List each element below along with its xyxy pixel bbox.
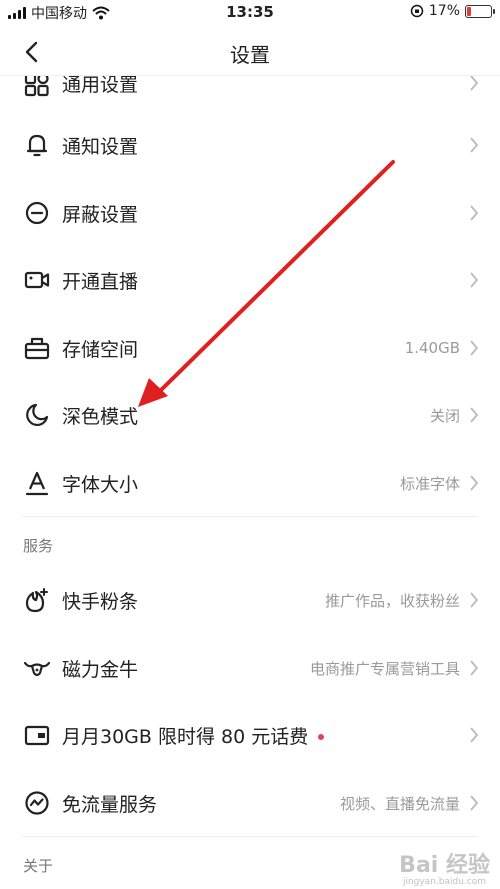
fire-plus-icon [25, 588, 48, 613]
chevron-right-icon [470, 76, 479, 91]
section-divider [22, 836, 478, 837]
row-value: 推广作品，收获粉丝 [324, 591, 460, 610]
page-title: 设置 [230, 43, 270, 67]
battery-percent: 17% [428, 3, 460, 19]
row-label: 月月30GB 限时得 80 元话费 [62, 722, 325, 749]
row-label: 屏蔽设置 [62, 203, 139, 226]
row-label: 字体大小 [62, 473, 139, 496]
row-label: 开通直播 [62, 270, 139, 293]
chevron-right-icon [470, 795, 479, 811]
free-data-icon [25, 791, 49, 815]
battery-icon [465, 4, 495, 18]
chevron-right-icon [470, 475, 479, 491]
chevron-right-icon [470, 272, 479, 288]
row-kuaishou-fentiao[interactable]: 快手粉条 推广作品，收获粉丝 [0, 574, 500, 626]
row-storage[interactable]: 存储空间 1.40GB [0, 322, 500, 374]
chevron-right-icon [470, 592, 479, 608]
row-start-live[interactable]: 开通直播 [0, 254, 500, 306]
row-cili-jinniu[interactable]: 磁力金牛 电商推广专属营销工具 [0, 642, 500, 694]
row-label: 磁力金牛 [62, 658, 139, 681]
section-header-services: 服务 [23, 537, 54, 555]
section-divider [22, 516, 478, 517]
section-header-about: 关于 [23, 857, 54, 875]
watermark-url: jingyan.baidu.com [402, 877, 486, 887]
moon-icon [26, 403, 49, 426]
chevron-right-icon [470, 340, 479, 356]
row-free-data-service[interactable]: 免流量服务 视频、直播免流量 [0, 777, 500, 829]
chevron-right-icon [470, 137, 479, 153]
block-icon [25, 201, 49, 225]
row-general-settings[interactable]: 通用设置 [0, 76, 500, 109]
row-value: 视频、直播免流量 [339, 794, 460, 813]
storage-icon [24, 337, 50, 360]
watermark-logo: Bai 经验 [399, 853, 490, 878]
row-label: 通知设置 [62, 135, 139, 158]
chevron-right-icon [470, 660, 479, 676]
row-monthly-data-promo[interactable]: 月月30GB 限时得 80 元话费 [0, 709, 500, 761]
status-bar: 中国移动 13:35 17% [0, 0, 500, 28]
font-size-icon [25, 471, 49, 496]
row-label: 存储空间 [62, 338, 139, 361]
settings-list: 通用设置 通知设置 屏蔽设置 开通直播 存储空间 1.40GB 深色模式 关闭 … [0, 76, 500, 889]
row-label: 免流量服务 [62, 793, 158, 816]
red-dot-badge [318, 734, 325, 740]
row-label: 深色模式 [62, 405, 139, 428]
row-value: 标准字体 [399, 474, 460, 493]
general-settings-icon [24, 76, 49, 97]
row-dark-mode[interactable]: 深色模式 关闭 [0, 389, 500, 441]
card-icon [24, 725, 50, 746]
row-label: 通用设置 [62, 76, 139, 96]
chevron-right-icon [470, 407, 479, 423]
row-font-size[interactable]: 字体大小 标准字体 [0, 457, 500, 509]
chevron-right-icon [470, 205, 479, 221]
row-value: 关闭 [429, 406, 460, 425]
orientation-lock-icon [410, 4, 424, 18]
nav-bar: 设置 [0, 28, 500, 76]
status-right: 17% [410, 3, 495, 19]
row-value: 电商推广专属营销工具 [309, 659, 460, 678]
row-label: 快手粉条 [62, 590, 139, 613]
row-block-settings[interactable]: 屏蔽设置 [0, 187, 500, 239]
video-camera-icon [24, 271, 50, 289]
row-value: 1.40GB [404, 339, 460, 357]
row-notification-settings[interactable]: 通知设置 [0, 119, 500, 171]
bell-icon [26, 134, 48, 157]
promo-label-text: 月月30GB 限时得 80 元话费 [62, 725, 309, 748]
bull-icon [23, 661, 51, 677]
chevron-right-icon [470, 727, 479, 743]
